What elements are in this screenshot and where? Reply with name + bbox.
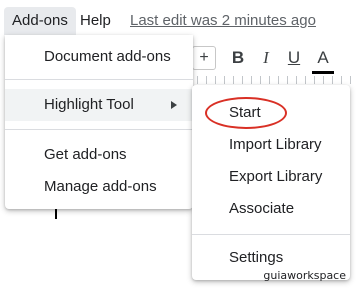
export-library-item[interactable]: Export Library: [192, 161, 350, 193]
menu-divider: [5, 129, 193, 130]
menu-bar: Add-ons Help Last edit was 2 minutes ago: [0, 0, 358, 40]
menu-divider: [5, 79, 193, 80]
associate-item[interactable]: Associate: [192, 193, 350, 225]
ruler: [188, 76, 358, 84]
plus-button[interactable]: +: [192, 46, 216, 70]
text-color-button[interactable]: A: [312, 46, 334, 74]
import-library-item[interactable]: Import Library: [192, 129, 350, 161]
menu-divider: [192, 234, 350, 235]
submenu-arrow-icon: [171, 101, 177, 109]
highlight-tool-label: Highlight Tool: [44, 96, 134, 113]
highlight-tool-submenu: Start Import Library Export Library Asso…: [192, 85, 350, 280]
start-item[interactable]: Start: [192, 97, 350, 129]
addons-menu-tab[interactable]: Add-ons: [4, 7, 76, 35]
watermark: guiaworkspace: [263, 269, 346, 282]
bold-button[interactable]: B: [230, 46, 246, 70]
last-edit-link[interactable]: Last edit was 2 minutes ago: [130, 7, 316, 35]
document-addons-item[interactable]: Document add-ons: [5, 41, 193, 73]
help-menu-tab[interactable]: Help: [80, 7, 111, 35]
get-addons-item[interactable]: Get add-ons: [5, 139, 193, 171]
italic-button[interactable]: I: [258, 46, 274, 70]
highlight-tool-item[interactable]: Highlight Tool: [5, 89, 193, 121]
manage-addons-item[interactable]: Manage add-ons: [5, 171, 193, 203]
underline-button[interactable]: U: [286, 46, 302, 70]
addons-dropdown-menu: Document add-ons Highlight Tool Get add-…: [5, 35, 193, 209]
formatting-toolbar: + B I U A: [188, 40, 358, 76]
